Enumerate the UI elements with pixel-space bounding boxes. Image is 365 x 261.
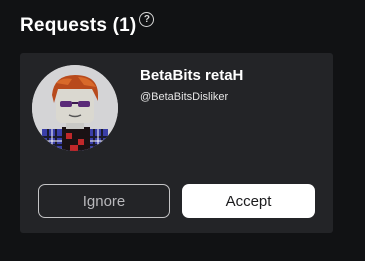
question-circle-icon[interactable]: ? [139,12,155,27]
avatar[interactable] [32,65,118,151]
requests-title: Requests (1) [20,15,137,36]
avatar-image [32,65,118,151]
friend-request-card: BetaBits retaH @BetaBitsDisliker Ignore … [20,53,333,233]
accept-button[interactable]: Accept [182,184,315,218]
ignore-button[interactable]: Ignore [38,184,170,218]
display-name[interactable]: BetaBits retaH [140,67,243,84]
username: @BetaBitsDisliker [140,91,229,103]
requests-header: Requests (1) ? [20,12,155,40]
